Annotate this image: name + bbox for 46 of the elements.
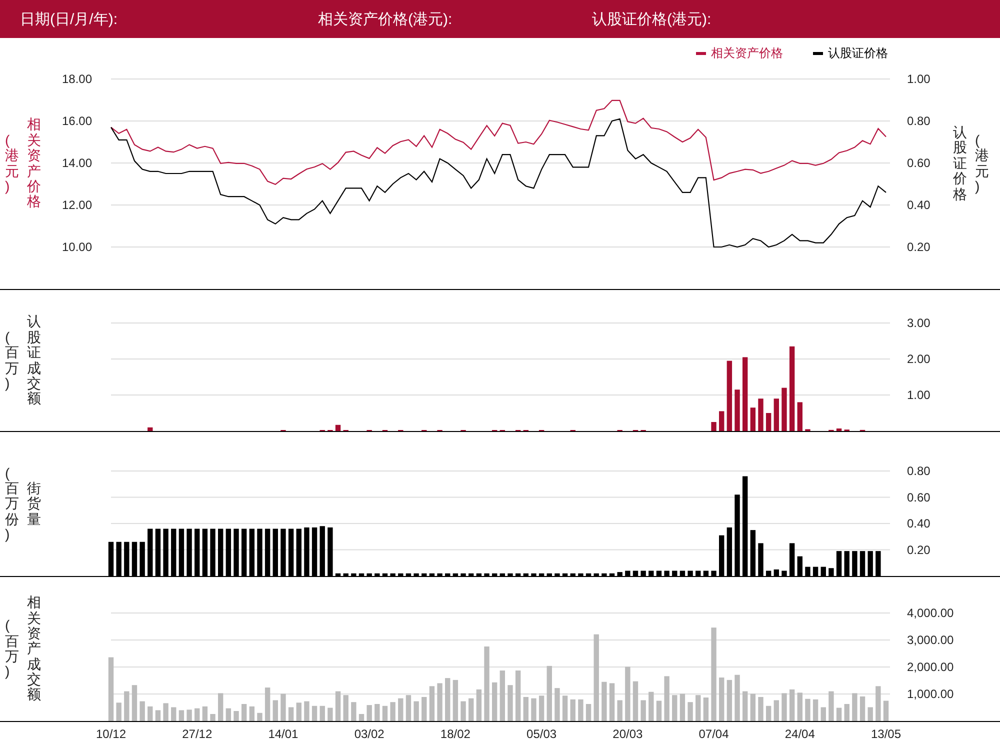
axis-label: 0.20 — [907, 542, 930, 557]
unit-label: (港元) — [5, 132, 19, 194]
axis-label: 13/05 — [870, 727, 902, 741]
unit-label: (港元) — [975, 132, 989, 194]
axis-label: 2.00 — [907, 352, 930, 366]
axis-label: 05/03 — [526, 727, 557, 741]
unit-label: (百万) — [5, 618, 19, 680]
axis-label: 07/04 — [698, 727, 729, 741]
axis-label: 0.60 — [907, 156, 930, 170]
axis-label: 18/02 — [440, 727, 470, 741]
unit-label: (百万) — [5, 330, 19, 392]
field-label: 日期(日/月/年): — [20, 10, 118, 28]
axis-label: 0.20 — [907, 240, 930, 254]
axis-label: 18.00 — [62, 72, 92, 86]
axis-label: 2,000.00 — [907, 660, 954, 674]
axis-label: 12.00 — [62, 198, 92, 212]
axis-label: 0.40 — [907, 516, 930, 530]
axis-title: 相关资产价格 — [27, 117, 41, 210]
axis-label: 3.00 — [907, 316, 930, 330]
axis-title: 认股证价格 — [953, 125, 967, 202]
axis-label: 03/02 — [354, 727, 384, 741]
axis-label: 10/12 — [96, 727, 126, 741]
unit-label: (百万份) — [5, 466, 19, 542]
axis-label: 20/03 — [612, 727, 643, 741]
axis-label: 3,000.00 — [907, 633, 954, 647]
axis-title: 街货量 — [27, 480, 41, 528]
axis-label: 0.40 — [907, 198, 930, 212]
axis-label: 1,000.00 — [907, 687, 954, 701]
axis-title: 相关资产成交额 — [27, 595, 41, 703]
axis-label: 0.60 — [907, 490, 930, 504]
axis-label: 0.80 — [907, 464, 930, 478]
field-label: 认股证价格(港元): — [592, 10, 712, 28]
axis-label: 4,000.00 — [907, 606, 954, 620]
axis-label: 14.00 — [62, 156, 92, 170]
axis-label: 1.00 — [907, 388, 930, 402]
legend-label: 认股证价格 — [828, 44, 888, 62]
field-label: 相关资产价格(港元): — [318, 10, 454, 28]
axis-title: 认股证成交额 — [27, 314, 41, 407]
axis-label: 0.80 — [907, 114, 930, 128]
axis-label: 24/04 — [784, 727, 815, 741]
axis-label: 10.00 — [62, 240, 92, 254]
axis-label: 27/12 — [182, 727, 212, 741]
legend-label: 相关资产价格 — [711, 44, 783, 62]
axis-label: 1.00 — [907, 72, 930, 86]
axis-label: 14/01 — [268, 727, 298, 741]
axis-label: 16.00 — [62, 114, 92, 128]
